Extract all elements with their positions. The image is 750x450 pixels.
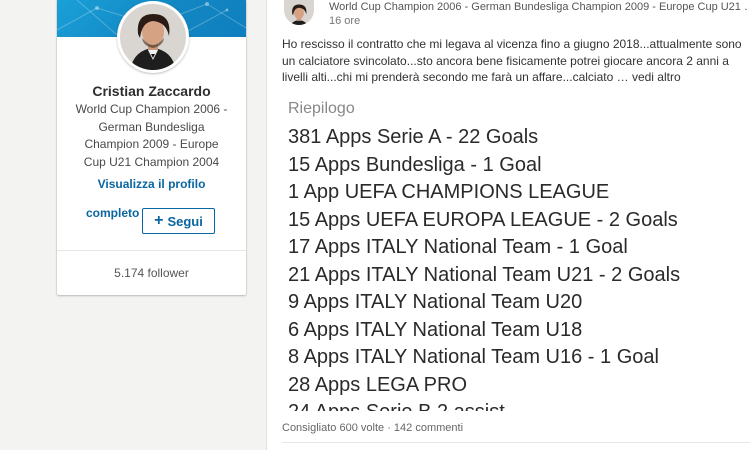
post-timestamp: 16 ore bbox=[329, 15, 361, 27]
summary-title: Riepilogo bbox=[288, 100, 355, 117]
summary-item: 381 Apps Serie A - 22 Goals bbox=[288, 126, 539, 148]
person-photo-icon bbox=[284, 0, 314, 25]
post-stats: Consigliato 600 volte · 142 commenti bbox=[282, 422, 463, 434]
summary-item: 15 Apps UEFA EUROPA LEAGUE - 2 Goals bbox=[288, 208, 678, 231]
summary-item: 8 Apps ITALY National Team U16 - 1 Goal bbox=[288, 346, 659, 368]
post-author-headline: World Cup Champion 2006 - German Bundesl… bbox=[329, 1, 749, 13]
view-full-profile-link[interactable]: Visualizza il profilo bbox=[57, 177, 246, 191]
profile-card: Cristian Zaccardo World Cup Champion 200… bbox=[57, 0, 246, 295]
post-panel: World Cup Champion 2006 - German Bundesl… bbox=[267, 0, 750, 450]
summary-item: 17 Apps ITALY National Team - 1 Goal bbox=[288, 236, 628, 258]
summary-item: 24 Apps Serie B 2 assist bbox=[288, 399, 680, 411]
followers-count[interactable]: 5.174 follower bbox=[57, 266, 246, 280]
view-full-profile-link-continued[interactable]: completo bbox=[86, 206, 139, 220]
follow-button-label: Segui bbox=[167, 213, 203, 229]
profile-avatar[interactable] bbox=[117, 1, 189, 73]
summary-item: 15 Apps Bundesliga - 1 Goal bbox=[288, 153, 542, 176]
plus-icon: + bbox=[154, 212, 164, 229]
profile-headline: World Cup Champion 2006 - German Bundesl… bbox=[75, 102, 228, 169]
likes-count[interactable]: Consigliato 600 volte bbox=[282, 422, 384, 434]
summary-item: 28 Apps LEGA PRO bbox=[288, 373, 467, 396]
comments-count[interactable]: 142 commenti bbox=[394, 422, 463, 434]
profile-name[interactable]: Cristian Zaccardo bbox=[57, 83, 246, 99]
summary-item: 6 Apps ITALY National Team U18 bbox=[288, 318, 583, 341]
post-divider bbox=[282, 442, 750, 443]
post-image[interactable]: Riepilogo 381 Apps Serie A - 22 Goals 15… bbox=[282, 97, 734, 411]
summary-item: 21 Apps ITALY National Team U21 - 2 Goal… bbox=[288, 263, 681, 286]
summary-item: 1 App UEFA CHAMPIONS LEAGUE bbox=[288, 181, 610, 203]
see-more-link[interactable]: … vedi altro bbox=[617, 70, 681, 84]
summary-item: 9 Apps ITALY National Team U20 bbox=[288, 291, 583, 313]
person-photo-icon bbox=[120, 4, 186, 70]
stats-separator: · bbox=[387, 422, 391, 434]
summary-list: 381 Apps Serie A - 22 Goals 15 Apps Bund… bbox=[288, 124, 680, 411]
post-body: Ho rescisso il contratto che mi legava a… bbox=[282, 36, 750, 86]
follow-button[interactable]: + Segui bbox=[142, 208, 215, 234]
post-author-avatar[interactable] bbox=[284, 0, 314, 25]
card-divider bbox=[57, 250, 246, 251]
